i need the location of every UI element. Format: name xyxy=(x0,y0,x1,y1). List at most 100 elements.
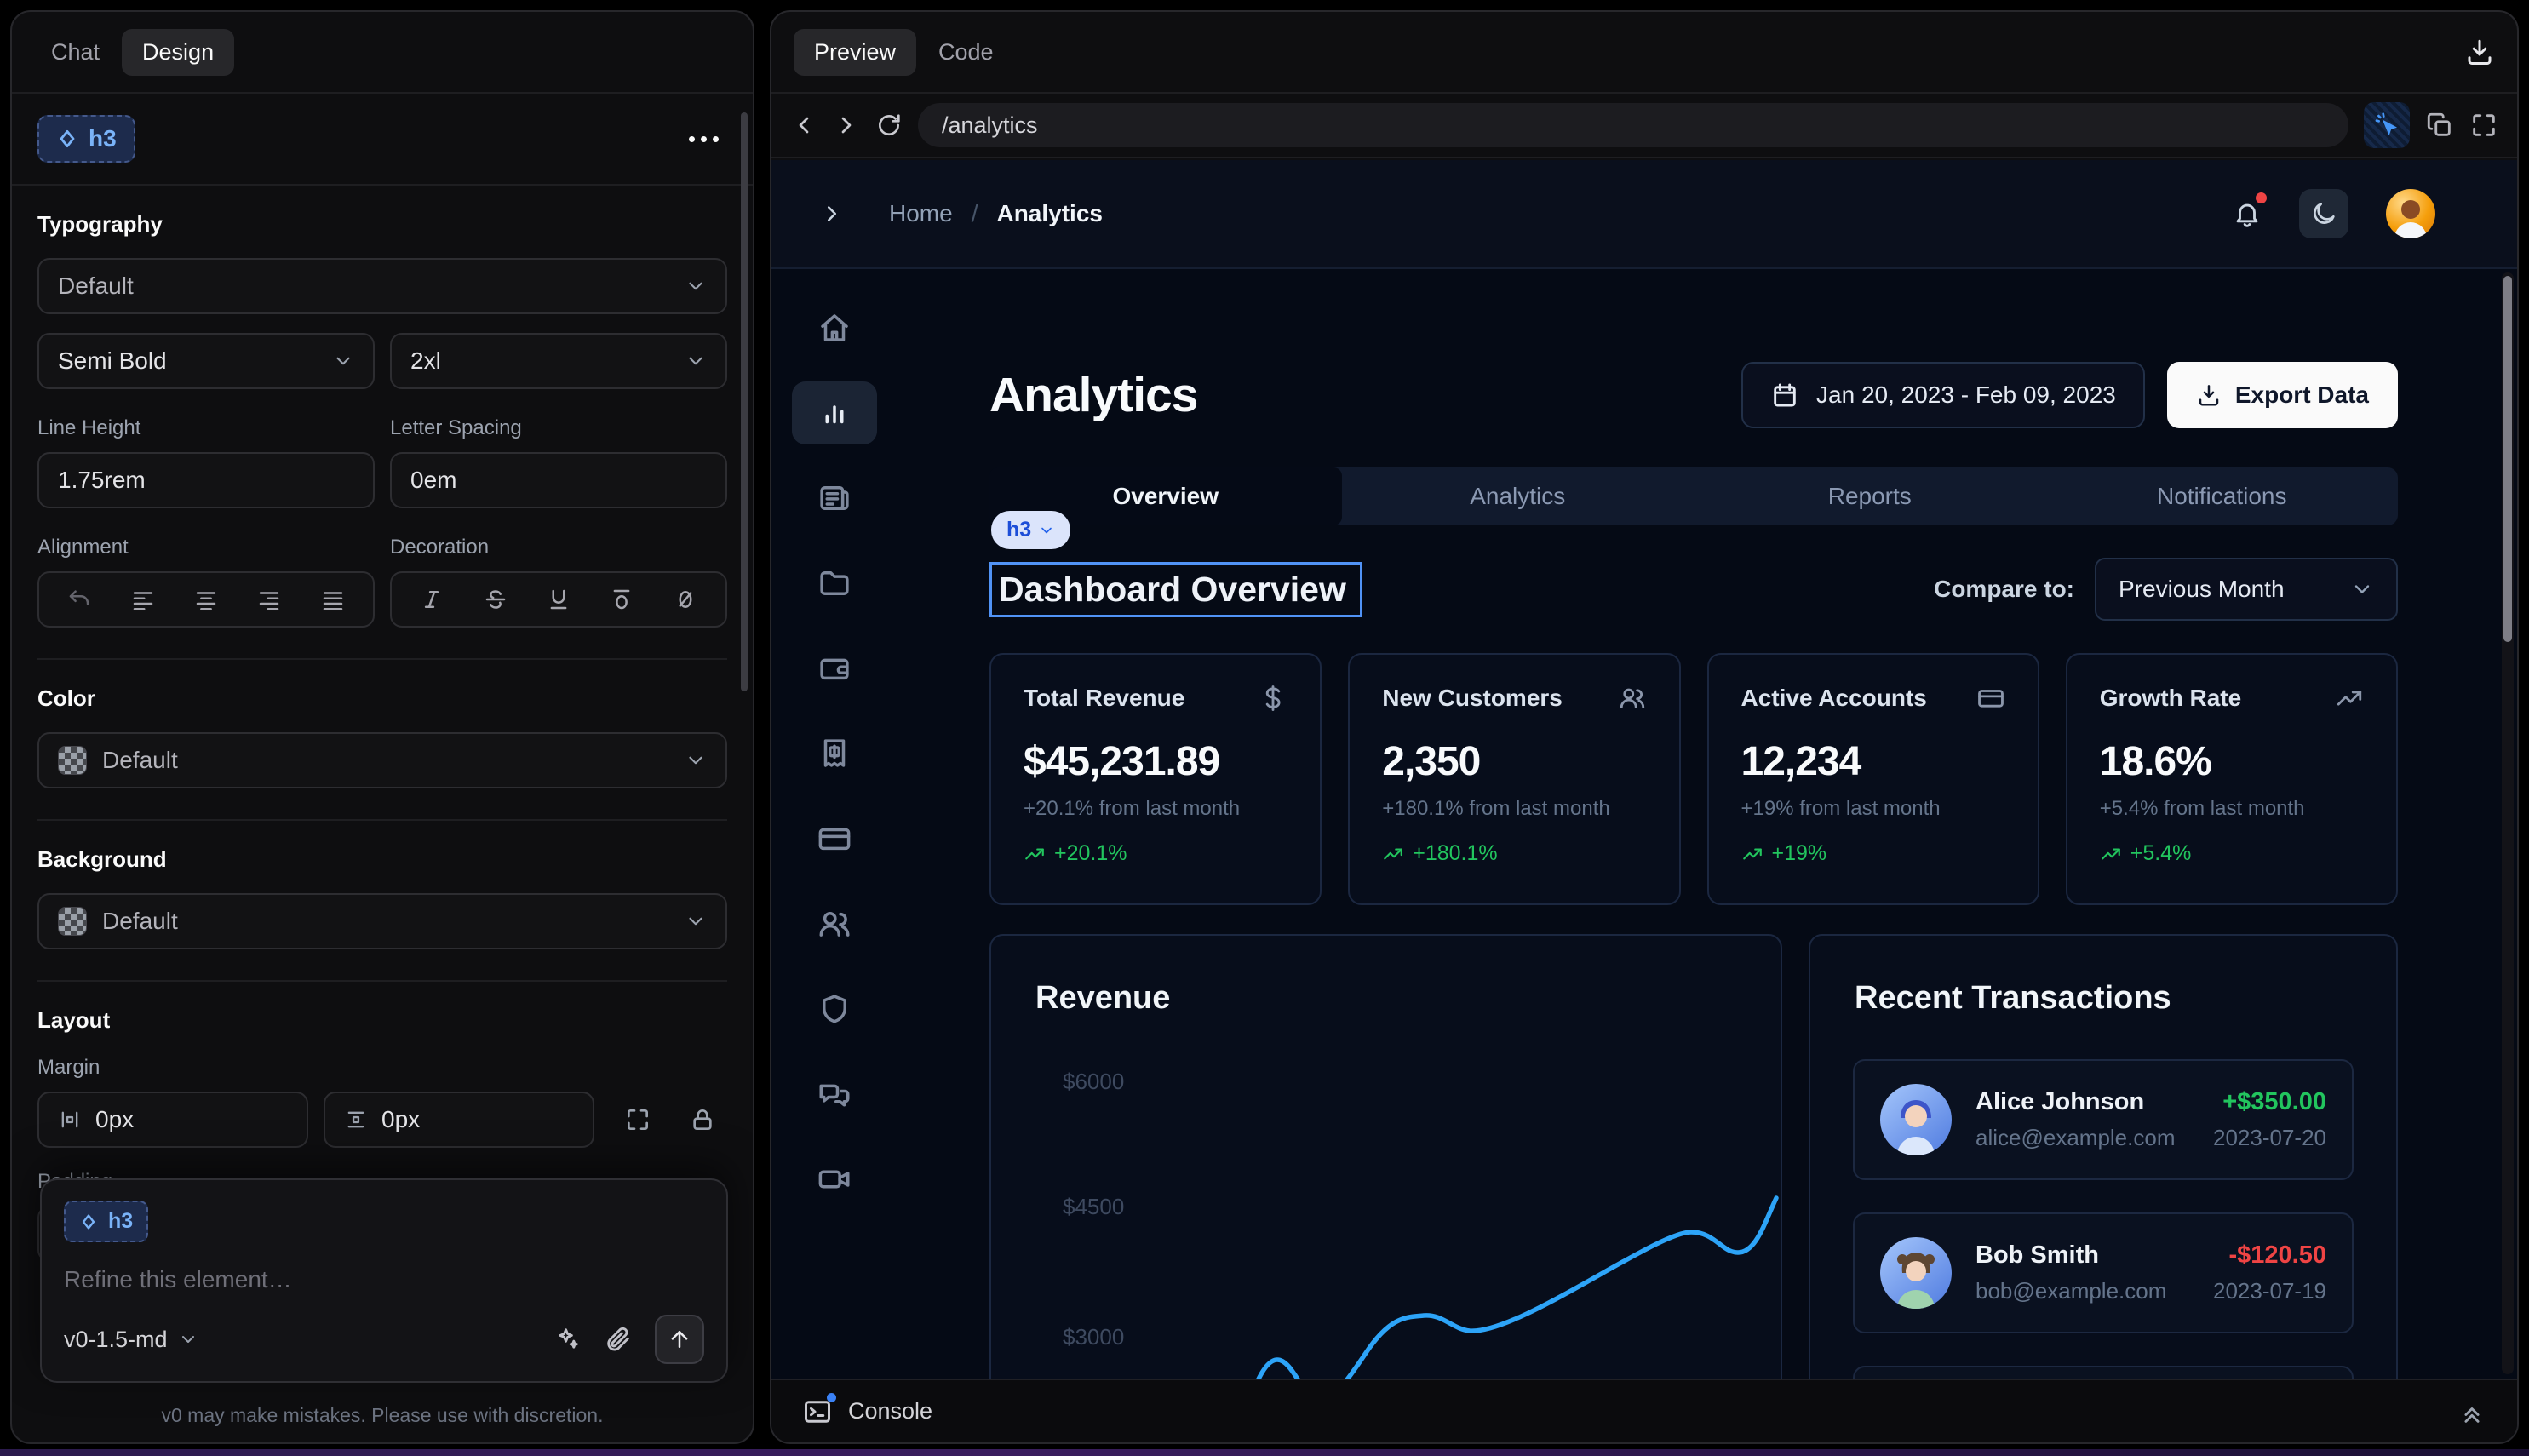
users-icon xyxy=(1618,684,1647,713)
model-select[interactable]: v0-1.5-md xyxy=(64,1327,198,1353)
letter-spacing-input[interactable]: 0em xyxy=(390,452,727,508)
refine-element-box: h3 Refine this element… v0-1.5-md xyxy=(40,1178,728,1383)
selected-element-row: h3 xyxy=(12,94,753,186)
tab-preview[interactable]: Preview xyxy=(794,29,916,76)
margin-x-input[interactable]: 0px xyxy=(37,1092,308,1148)
sidebar-item-users-icon[interactable] xyxy=(792,892,877,955)
notifications-bell-icon[interactable] xyxy=(2233,199,2262,228)
dashboard-main: Analytics Jan 20, 2023 - Feb 09, 2023 Ex… xyxy=(989,269,2398,1442)
theme-toggle-button[interactable] xyxy=(2299,189,2348,238)
disclaimer-text: v0 may make mistakes. Please use with di… xyxy=(12,1404,753,1427)
sidebar-toggle-icon[interactable] xyxy=(819,201,845,226)
sidebar-item-news-icon[interactable] xyxy=(792,467,877,530)
compare-select[interactable]: Previous Month xyxy=(2095,558,2398,621)
more-options-icon[interactable] xyxy=(680,128,727,151)
color-label: Color xyxy=(37,685,727,712)
diamond-icon xyxy=(79,1212,98,1231)
tab-chat[interactable]: Chat xyxy=(34,29,117,76)
url-input[interactable]: /analytics xyxy=(918,103,2348,147)
background-section: Background Default xyxy=(37,821,727,982)
user-avatar[interactable] xyxy=(2386,189,2435,238)
scrollbar-thumb[interactable] xyxy=(2503,276,2512,642)
sidebar-item-cards-icon[interactable] xyxy=(792,807,877,870)
preview-scrollbar[interactable] xyxy=(2502,272,2514,1374)
selected-element-badge[interactable]: h3 xyxy=(37,115,135,163)
align-right-icon[interactable] xyxy=(244,578,294,621)
forward-icon[interactable] xyxy=(833,112,860,139)
margin-expand-icon[interactable] xyxy=(616,1098,659,1141)
sidebar-item-analytics-icon[interactable] xyxy=(792,381,877,444)
line-height-label: Line Height xyxy=(37,416,375,440)
refine-input[interactable]: Refine this element… xyxy=(64,1266,704,1293)
color-select[interactable]: Default xyxy=(37,732,727,788)
refresh-icon[interactable] xyxy=(875,112,903,139)
page-header-row: Analytics Jan 20, 2023 - Feb 09, 2023 Ex… xyxy=(989,359,2398,431)
recent-transactions-card: Recent Transactions Alice Johnson alice@… xyxy=(1809,934,2398,1442)
back-icon[interactable] xyxy=(790,112,817,139)
sidebar-item-receipts-icon[interactable] xyxy=(792,722,877,785)
stat-card-new-customers: New Customers 2,350 +180.1% from last mo… xyxy=(1348,653,1680,905)
sidebar-item-video-icon[interactable] xyxy=(792,1148,877,1211)
margin-y-input[interactable]: 0px xyxy=(324,1092,594,1148)
align-center-icon[interactable] xyxy=(181,578,231,621)
undo-icon[interactable] xyxy=(54,578,104,621)
export-data-button[interactable]: Export Data xyxy=(2167,362,2398,428)
background-select[interactable]: Default xyxy=(37,893,727,949)
submit-button[interactable] xyxy=(655,1315,704,1364)
sidebar-item-files-icon[interactable] xyxy=(792,552,877,615)
background-label: Background xyxy=(37,846,727,873)
underline-icon[interactable] xyxy=(534,578,583,621)
tab-notifications[interactable]: Notifications xyxy=(2046,467,2399,525)
font-family-select[interactable]: Default xyxy=(37,258,727,314)
line-height-input[interactable]: 1.75rem xyxy=(37,452,375,508)
sidebar-item-wallet-icon[interactable] xyxy=(792,637,877,700)
align-left-icon[interactable] xyxy=(118,578,168,621)
align-justify-icon[interactable] xyxy=(308,578,358,621)
attachment-icon[interactable] xyxy=(604,1325,633,1354)
notification-dot xyxy=(2256,192,2267,203)
chevron-down-icon xyxy=(178,1329,198,1350)
decoration-group xyxy=(390,571,727,628)
download-icon[interactable] xyxy=(2464,37,2495,67)
console-label: Console xyxy=(848,1398,932,1424)
tab-code[interactable]: Code xyxy=(921,29,1011,76)
tab-analytics[interactable]: Analytics xyxy=(1342,467,1695,525)
left-panel-scrollbar[interactable] xyxy=(741,112,748,691)
strikethrough-icon[interactable] xyxy=(471,578,520,621)
sidebar-item-home-icon[interactable] xyxy=(792,296,877,359)
stat-card-growth-rate: Growth Rate 18.6% +5.4% from last month … xyxy=(2066,653,2398,905)
no-decoration-icon[interactable] xyxy=(661,578,710,621)
transaction-amount: -$120.50 xyxy=(2229,1241,2327,1270)
chevrons-up-icon[interactable] xyxy=(2457,1397,2486,1426)
tab-design[interactable]: Design xyxy=(122,29,234,76)
breadcrumb-home[interactable]: Home xyxy=(889,200,953,227)
element-tag-chip[interactable]: h3 xyxy=(991,511,1070,549)
section-heading-row: Dashboard Overview Compare to: Previous … xyxy=(989,557,2398,622)
console-bar[interactable]: Console xyxy=(771,1379,2517,1442)
copy-icon[interactable] xyxy=(2425,111,2454,140)
diamond-icon xyxy=(56,128,78,150)
tab-reports[interactable]: Reports xyxy=(1694,467,2046,525)
font-size-select[interactable]: 2xl xyxy=(390,333,727,389)
inspect-cursor-icon[interactable] xyxy=(2364,102,2410,148)
refine-element-badge[interactable]: h3 xyxy=(64,1201,148,1242)
fullscreen-icon[interactable] xyxy=(2469,111,2498,140)
margin-vertical-icon xyxy=(344,1108,368,1132)
sidebar-item-messages-icon[interactable] xyxy=(792,1063,877,1126)
transactions-card-title: Recent Transactions xyxy=(1810,936,2396,1017)
margin-lock-icon[interactable] xyxy=(681,1098,724,1141)
download-icon xyxy=(2196,382,2222,408)
font-weight-select[interactable]: Semi Bold xyxy=(37,333,375,389)
overline-icon[interactable] xyxy=(597,578,646,621)
date-range-button[interactable]: Jan 20, 2023 - Feb 09, 2023 xyxy=(1741,362,2145,428)
sparkles-icon[interactable] xyxy=(553,1325,582,1354)
selected-h3-element[interactable]: Dashboard Overview xyxy=(989,562,1362,617)
color-swatch xyxy=(58,746,87,775)
trend-up-icon xyxy=(2100,843,2122,865)
revenue-chart-card: Revenue $6000 $4500 $3000 xyxy=(989,934,1782,1442)
app-topbar: Home / Analytics xyxy=(771,160,2517,269)
italic-icon[interactable] xyxy=(407,578,456,621)
sidebar-item-security-icon[interactable] xyxy=(792,977,877,1040)
design-controls: Typography Default Semi Bold 2xl Line He… xyxy=(12,186,753,1293)
preview-panel: Preview Code /analytics Home / Analytics xyxy=(770,10,2519,1444)
